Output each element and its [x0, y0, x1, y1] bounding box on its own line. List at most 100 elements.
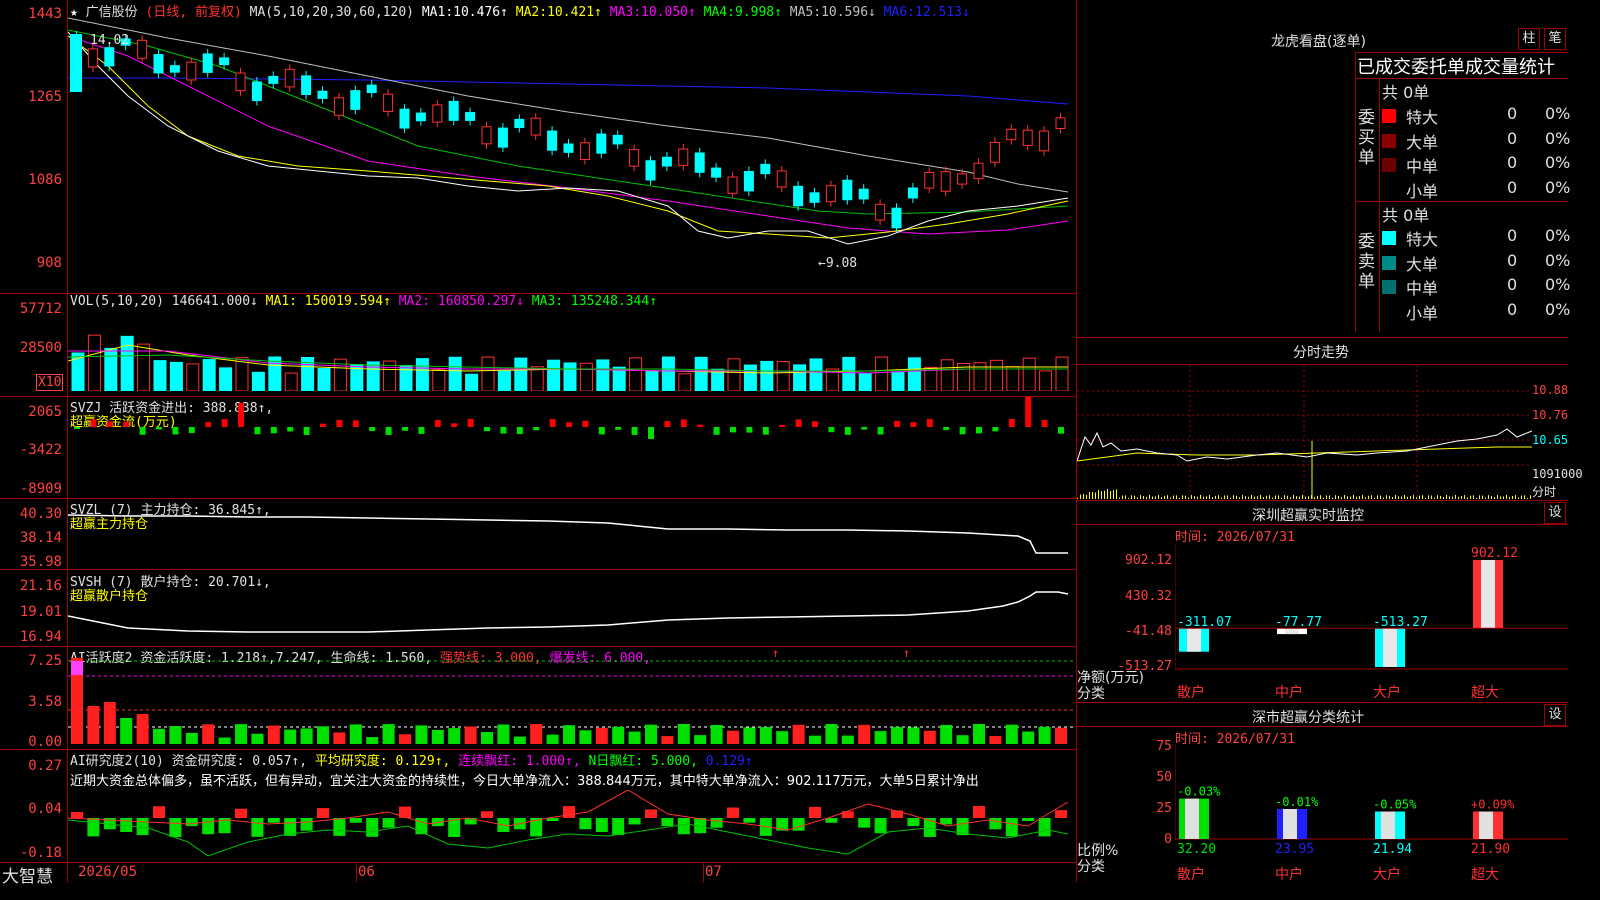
monitor-category-label: 中户: [1275, 685, 1303, 701]
svzj-chart[interactable]: [68, 397, 1076, 497]
ai2-bar: [661, 818, 674, 827]
intraday-volume-bar: [1368, 495, 1369, 499]
kline-candle: [825, 185, 836, 203]
intraday-volume-bar: [1314, 497, 1315, 499]
intraday-volume-bar: [1131, 495, 1132, 499]
volume-bar: [153, 360, 167, 391]
intraday-volume-bar: [1167, 495, 1168, 499]
volume-bar: [891, 371, 905, 391]
kline-candle: [694, 152, 705, 173]
sell-row-count: 0: [1507, 299, 1518, 319]
ai2-bar: [169, 818, 182, 837]
ai1-bar: [776, 731, 789, 744]
ai2-bar: [940, 818, 953, 825]
ai1-bar: [120, 718, 133, 744]
svzj-bar: [762, 427, 769, 435]
svzj-bar: [844, 427, 851, 435]
class-title: 深市超赢分类统计: [1252, 710, 1364, 726]
svzj-bar: [156, 427, 162, 430]
intraday-volume-bar: [1467, 497, 1468, 499]
kline-chart[interactable]: [68, 16, 1076, 291]
sell-color-swatch: [1382, 231, 1396, 245]
intraday-volume-bar: [1110, 490, 1111, 499]
ai2-ytick: -0.18: [19, 845, 62, 861]
svzj-bar: [1025, 397, 1032, 427]
ai2-bar: [300, 818, 313, 831]
volume-chart[interactable]: [68, 311, 1076, 391]
monitor-settings-button[interactable]: 设: [1544, 502, 1566, 524]
ai1-chart[interactable]: ↑ ↑: [68, 647, 1076, 747]
intraday-volume-bar: [1137, 497, 1138, 499]
kline-candle: [612, 134, 623, 145]
tick-mode-button[interactable]: 笔: [1544, 28, 1566, 50]
class-settings-button[interactable]: 设: [1544, 704, 1566, 726]
svzj-bar: [500, 427, 507, 434]
bar-mode-button[interactable]: 柱: [1518, 28, 1540, 50]
chart-area[interactable]: ★ 广信股份 (日线, 前复权) MA(5,10,20,30,60,120) M…: [0, 0, 1077, 887]
class-category-label: 散户: [1177, 867, 1205, 883]
intraday-volume-bar: [1419, 495, 1420, 499]
ai1-bar: [185, 732, 198, 744]
ai2-b: 平均研究度: 0.129↑,: [314, 754, 451, 769]
svzl-ytick: 40.30: [19, 506, 62, 522]
kline-candle: [333, 97, 344, 116]
ai2-c: 连续飘红: 1.000↑,: [458, 754, 581, 769]
ai2-a: 资金研究度: 0.057↑,: [171, 754, 308, 769]
svzj-bar: [402, 427, 408, 431]
sell-group-label: 委卖单: [1358, 232, 1375, 292]
volume-bar: [940, 359, 954, 391]
svsh-chart[interactable]: [68, 570, 1076, 646]
kline-candle: [940, 171, 951, 192]
sell-color-swatch: [1382, 255, 1396, 270]
volume-bar: [120, 335, 134, 391]
ai1-ytick: 7.25: [28, 653, 62, 669]
monitor-chart[interactable]: -311.07 -77.77 -513.27902.12: [1175, 545, 1568, 695]
kline-candle: [842, 179, 853, 201]
svzj-bar: [238, 403, 244, 427]
intraday-volume-bar: [1248, 496, 1249, 499]
class-chart[interactable]: -0.03% 32.20 -0.01% 23.95 -0.05% 21.94 +0.09% 2…: [1175, 740, 1568, 860]
volume-bar: [448, 356, 462, 391]
ai1-bar: [858, 724, 871, 744]
class-xlabel: 分类: [1077, 859, 1105, 875]
class-ytick: 50: [1156, 770, 1172, 785]
kline-candle: [497, 127, 508, 148]
ai1-bar: [645, 724, 657, 744]
svg-text:↑: ↑: [903, 647, 910, 660]
intraday-chart[interactable]: [1077, 365, 1532, 499]
ai1-burst-marker: [71, 661, 83, 675]
sell-row-count: 0: [1507, 275, 1518, 294]
ai2-bar: [628, 818, 641, 825]
ai1-bar: [727, 730, 739, 744]
ai2-header: AI研究度2(10) 资金研究度: 0.057↑, 平均研究度: 0.129↑,…: [70, 750, 753, 769]
intraday-volume-bar: [1113, 489, 1114, 499]
buy-row-count: 0: [1507, 177, 1518, 197]
kline-candle: [907, 187, 918, 199]
intraday-volume-bar: [1512, 496, 1513, 499]
sell-row-count: 0: [1507, 250, 1518, 270]
buy-group-label: 委买单: [1358, 108, 1375, 168]
ai2-chart[interactable]: [68, 790, 1076, 860]
ai2-bar: [1038, 818, 1051, 837]
svzj-bar: [779, 424, 786, 427]
buy-row-label: 特大: [1406, 108, 1439, 127]
intraday-volume-bar: [1227, 495, 1228, 499]
intraday-volume-bar: [1233, 495, 1234, 499]
intraday-volume-bar: [1302, 495, 1303, 499]
ai1-bar: [284, 729, 297, 744]
monitor-ytick: -41.48: [1125, 624, 1172, 639]
ai1-bar: [530, 724, 543, 744]
svzj-bar: [205, 422, 212, 427]
volume-bar: [858, 373, 872, 391]
ma1-line: [68, 31, 1069, 245]
volume-bar: [596, 359, 610, 391]
intraday-volume-bar: [1452, 496, 1453, 499]
fenshi-ytick: 10.88: [1532, 383, 1569, 397]
volume-bar: [645, 371, 659, 391]
svzl-chart[interactable]: [68, 499, 1076, 569]
intraday-volume-bar: [1254, 496, 1255, 499]
intraday-volume-bar: [1317, 495, 1318, 499]
intraday-volume-bar: [1101, 491, 1102, 499]
ai2-bar: [973, 806, 985, 818]
vol-title: VOL(5,10,20): [70, 294, 164, 309]
